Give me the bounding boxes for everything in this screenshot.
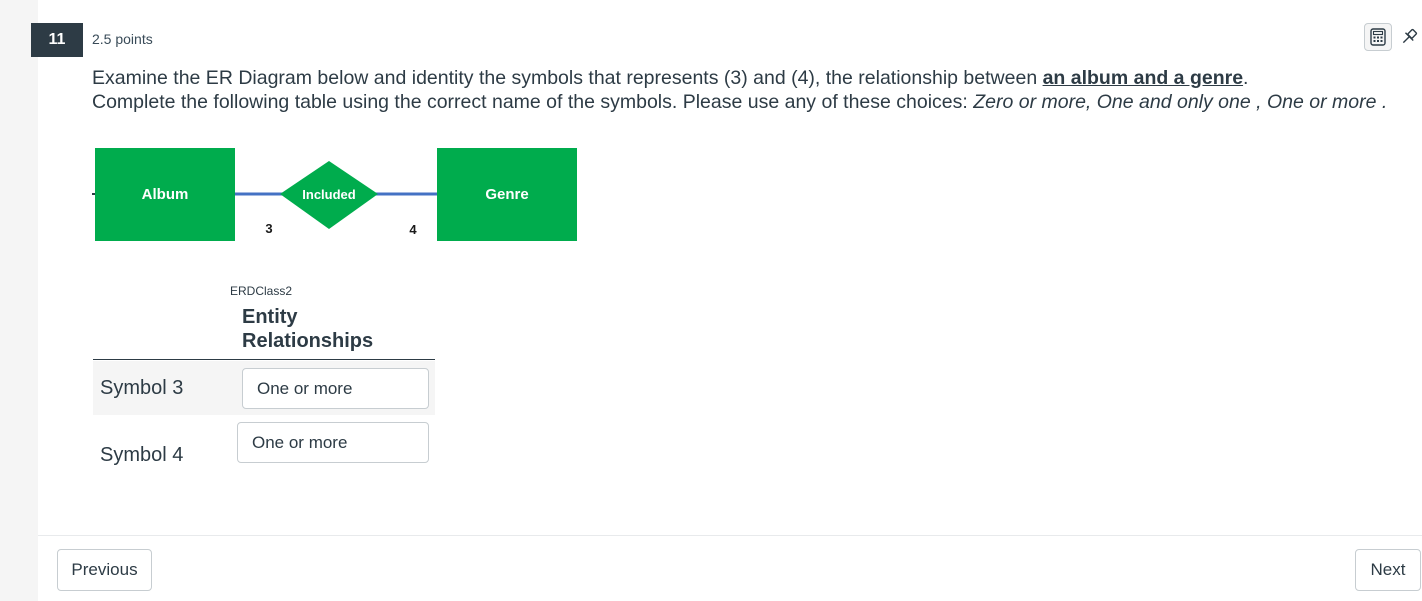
question-line-2-text: Complete the following table using the c… bbox=[92, 91, 974, 113]
footer-divider bbox=[38, 535, 1422, 536]
table-row: Symbol 4 One or more bbox=[93, 415, 435, 473]
table-header-line-2: Relationships bbox=[242, 330, 374, 352]
row-label: Symbol 3 bbox=[100, 377, 184, 399]
pin-icon bbox=[1402, 28, 1418, 44]
row-label: Symbol 4 bbox=[100, 444, 184, 466]
genre-label: Genre bbox=[485, 186, 528, 203]
table-header-line-1: Entity bbox=[242, 306, 298, 328]
included-label: Included bbox=[302, 187, 356, 202]
symbol-4-answer-field[interactable]: One or more bbox=[237, 422, 429, 463]
table-row: Symbol 3 One or more bbox=[93, 361, 435, 415]
table-caption: ERDClass2 bbox=[230, 284, 293, 298]
album-label: Album bbox=[142, 186, 189, 203]
previous-button[interactable]: Previous bbox=[57, 549, 152, 591]
question-emphasis: an album and a genre bbox=[1042, 67, 1244, 89]
symbol-3-marker: 3 bbox=[265, 221, 272, 236]
symbol-3-answer-field[interactable]: One or more bbox=[242, 368, 429, 409]
question-line-1-text: Examine the ER Diagram below and identit… bbox=[92, 67, 1043, 89]
question-line-1: Examine the ER Diagram below and identit… bbox=[92, 66, 1402, 90]
symbol-4-marker: 4 bbox=[409, 222, 417, 237]
left-gutter bbox=[0, 0, 38, 601]
next-button[interactable]: Next bbox=[1355, 549, 1421, 591]
calculator-icon bbox=[1370, 28, 1386, 46]
question-line-1-end: . bbox=[1243, 67, 1249, 89]
question-number-badge: 11 bbox=[31, 23, 83, 57]
pin-button[interactable] bbox=[1397, 25, 1421, 49]
question-points: 2.5 points bbox=[92, 31, 153, 47]
er-diagram: Album Included Genre 3 4 bbox=[92, 148, 577, 241]
calculator-button[interactable] bbox=[1364, 23, 1392, 51]
question-line-2: Complete the following table using the c… bbox=[92, 90, 1402, 114]
question-prompt: Examine the ER Diagram below and identit… bbox=[92, 66, 1402, 114]
answer-choices: Zero or more, One and only one , One or … bbox=[973, 91, 1388, 113]
table-header: Entity Relationships bbox=[242, 305, 373, 353]
table-header-divider bbox=[93, 359, 435, 360]
